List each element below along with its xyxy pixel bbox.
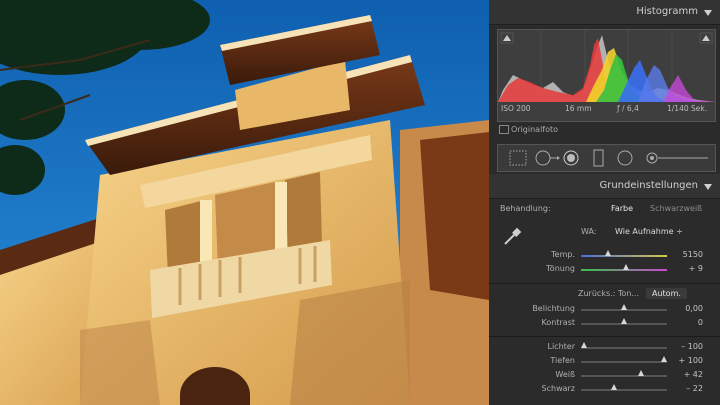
divider (489, 336, 720, 337)
temp-label: Temp. (551, 250, 575, 259)
tint-slider-thumb[interactable] (623, 264, 629, 270)
red-eye-icon[interactable] (563, 150, 579, 166)
wb-select[interactable]: Wie Aufnahme ÷ (615, 227, 683, 236)
histogram-title: Histogramm (636, 6, 698, 17)
exposure-label: Belichtung (532, 304, 575, 313)
radial-filter-icon[interactable] (617, 150, 633, 166)
exposure-slider-thumb[interactable] (621, 304, 627, 310)
blacks-label: Schwarz (541, 384, 575, 393)
temp-slider[interactable] (581, 255, 667, 257)
shadows-label: Tiefen (550, 356, 575, 365)
building-photo (0, 0, 489, 405)
contrast-slider-thumb[interactable] (621, 318, 627, 324)
whites-slider-thumb[interactable] (638, 370, 644, 376)
whites-slider[interactable] (581, 375, 667, 377)
graduated-filter-icon[interactable] (593, 149, 604, 167)
contrast-value[interactable]: 0 (667, 318, 703, 327)
shadows-value[interactable]: + 100 (667, 356, 703, 365)
highlights-value[interactable]: – 100 (667, 342, 703, 351)
iso-info: ISO 200 (501, 104, 531, 113)
temp-value[interactable]: 5150 (667, 250, 703, 259)
collapse-icon[interactable] (704, 184, 712, 190)
temp-slider-thumb[interactable] (605, 250, 611, 256)
spot-removal-icon[interactable] (535, 150, 560, 166)
treatment-bw-button[interactable]: Schwarzweiß (650, 204, 702, 213)
shadows-slider[interactable] (581, 361, 667, 363)
highlights-slider[interactable] (581, 347, 667, 349)
original-photo-label: Originalfoto (511, 125, 559, 134)
crop-tool-icon[interactable] (509, 150, 527, 166)
treatment-label: Behandlung: (500, 204, 551, 213)
shutter-info: 1/140 Sek. (667, 104, 708, 113)
basic-header[interactable]: Grundeinstellungen (489, 174, 720, 199)
original-photo-checkbox[interactable] (499, 125, 509, 134)
blacks-value[interactable]: – 22 (667, 384, 703, 393)
contrast-label: Kontrast (541, 318, 575, 327)
whites-value[interactable]: + 42 (667, 370, 703, 379)
adjustment-brush-icon[interactable] (646, 152, 708, 164)
wb-label: WA: (581, 227, 597, 236)
treatment-color-button[interactable]: Farbe (611, 204, 633, 213)
exposure-value[interactable]: 0,00 (667, 304, 703, 313)
collapse-icon[interactable] (704, 10, 712, 16)
aperture-info: ƒ / 6,4 (617, 104, 639, 113)
eyedropper-icon[interactable] (502, 227, 522, 249)
tool-strip (497, 144, 716, 172)
photo-preview[interactable] (0, 0, 489, 405)
highlights-slider-thumb[interactable] (581, 342, 587, 348)
divider (489, 283, 720, 284)
histogram-header[interactable]: Histogramm (489, 0, 720, 25)
tint-value[interactable]: + 9 (667, 264, 703, 273)
tone-reset-label[interactable]: Zurücks.: Ton... (578, 289, 639, 298)
highlights-label: Lichter (547, 342, 576, 351)
blacks-slider[interactable] (581, 389, 667, 391)
basic-title: Grundeinstellungen (599, 180, 698, 191)
auto-tone-button[interactable]: Autom. (646, 288, 687, 299)
tint-label: Tönung (545, 264, 575, 273)
blacks-slider-thumb[interactable] (611, 384, 617, 390)
develop-panel: Histogramm ISO 200 16 mm ƒ / 6,4 1/140 S… (489, 0, 720, 405)
whites-label: Weiß (555, 370, 575, 379)
focal-info: 16 mm (565, 104, 592, 113)
